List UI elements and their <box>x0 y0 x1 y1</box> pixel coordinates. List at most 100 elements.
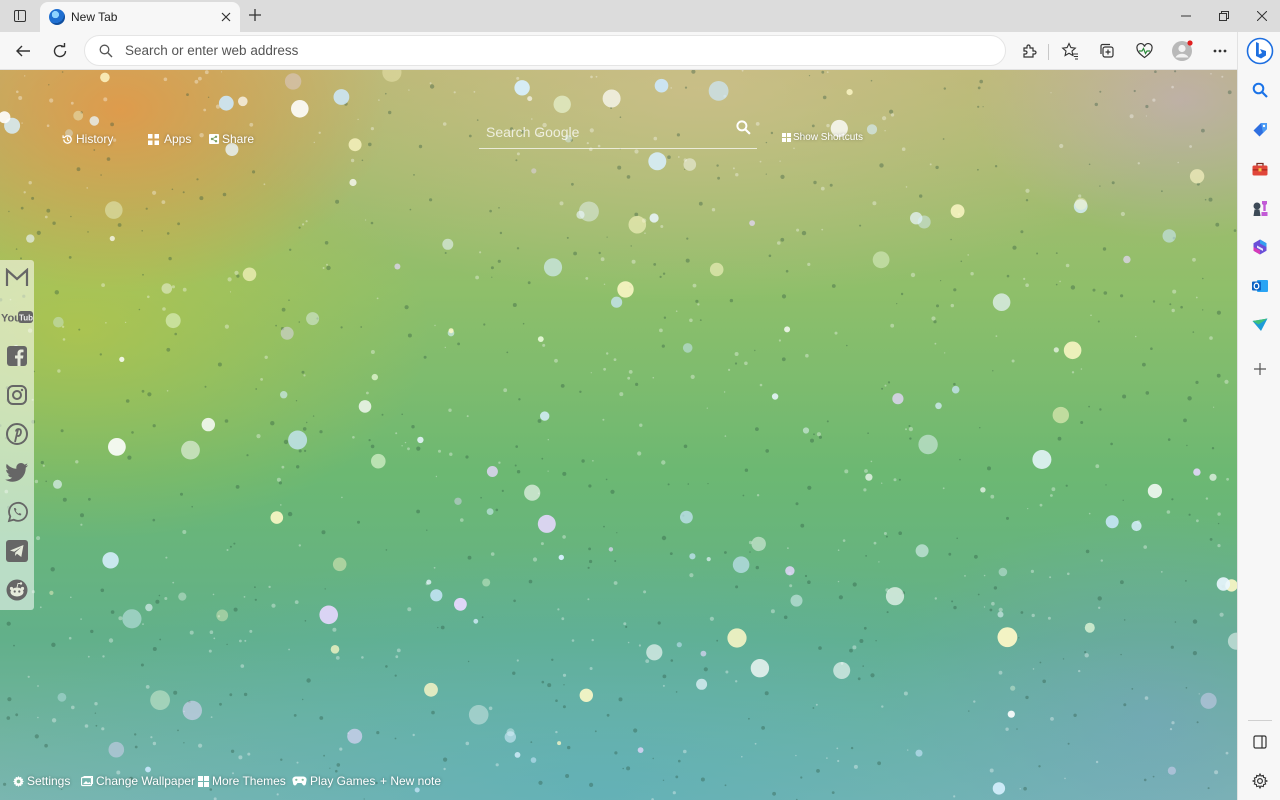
more-dots-icon <box>1213 49 1227 53</box>
heart-pulse-icon <box>1135 43 1153 59</box>
change-wallpaper-link[interactable]: Change Wallpaper <box>81 774 195 788</box>
sidebar-m365-button[interactable] <box>1245 232 1275 262</box>
share-link[interactable]: Share <box>209 132 254 146</box>
glitter-wallpaper-image <box>0 70 1237 800</box>
pinterest-icon <box>6 423 28 445</box>
refresh-button[interactable] <box>46 37 74 65</box>
instagram-icon <box>7 385 27 405</box>
close-icon <box>1257 11 1267 21</box>
google-search-input[interactable] <box>486 124 726 140</box>
sidebar-hide-button[interactable] <box>1245 727 1275 757</box>
edge-favicon-icon <box>49 9 65 25</box>
new-note-link[interactable]: + New note <box>380 774 441 788</box>
reddit-icon <box>6 579 28 601</box>
settings-more-button[interactable] <box>1206 37 1234 65</box>
close-window-button[interactable] <box>1243 0 1280 32</box>
instagram-link[interactable] <box>0 378 34 412</box>
reddit-link[interactable] <box>0 573 34 607</box>
grid-icon <box>782 133 791 142</box>
plus-icon <box>249 9 261 21</box>
new-tab-page: History Apps Share Show Shortcuts YouTub… <box>0 70 1237 800</box>
twitter-link[interactable] <box>0 456 34 490</box>
apps-grid-icon <box>148 133 159 145</box>
avatar <box>1172 40 1193 61</box>
gmail-icon <box>5 268 29 286</box>
bottom-links: Settings Change Wallpaper More Themes Pl… <box>0 774 600 794</box>
whatsapp-icon <box>7 501 28 523</box>
plus-icon <box>1254 363 1266 375</box>
toolbar-separator <box>1048 44 1049 60</box>
minimize-icon <box>1181 15 1191 17</box>
whatsapp-link[interactable] <box>0 495 34 529</box>
play-games-link[interactable]: Play Games <box>292 774 375 788</box>
favorites-button[interactable] <box>1056 37 1084 65</box>
panel-icon <box>1253 735 1267 749</box>
restore-button[interactable] <box>1205 0 1243 32</box>
pinterest-link[interactable] <box>0 417 34 451</box>
minimize-button[interactable] <box>1167 0 1205 32</box>
refresh-icon <box>53 43 67 58</box>
back-arrow-icon <box>16 45 30 57</box>
image-icon <box>81 775 93 786</box>
sidebar-drop-button[interactable] <box>1245 310 1275 340</box>
new-tab-button[interactable] <box>244 4 266 26</box>
apps-label: Apps <box>164 132 192 146</box>
chess-piece-icon <box>1253 201 1268 216</box>
grid-icon <box>198 775 209 787</box>
profile-button[interactable] <box>1168 37 1196 65</box>
send-plane-icon <box>1252 318 1268 331</box>
youtube-link[interactable]: YouTube <box>0 300 34 334</box>
telegram-link[interactable] <box>0 534 34 568</box>
sidebar-separator <box>1248 720 1272 721</box>
new-note-label: + New note <box>380 774 442 788</box>
extensions-button[interactable] <box>1015 37 1043 65</box>
gamepad-icon <box>292 776 307 786</box>
browser-toolbar <box>0 32 1280 70</box>
star-list-icon <box>1061 42 1078 60</box>
tab-actions-menu-button[interactable] <box>6 4 34 28</box>
social-links-bar: YouTube <box>0 260 34 610</box>
copilot-button[interactable] <box>1244 35 1276 67</box>
gmail-link[interactable] <box>0 261 34 295</box>
apps-link[interactable]: Apps <box>148 132 191 146</box>
google-search-box[interactable] <box>479 116 757 149</box>
sidebar-add-button[interactable] <box>1245 354 1275 384</box>
settings-link[interactable]: Settings <box>13 774 70 788</box>
tab-title: New Tab <box>71 10 118 24</box>
microsoft-365-icon <box>1253 239 1267 255</box>
history-icon <box>62 134 72 144</box>
sidebar-shopping-button[interactable] <box>1245 115 1275 145</box>
show-shortcuts-button[interactable]: Show Shortcuts <box>782 132 863 143</box>
history-link[interactable]: History <box>62 132 113 146</box>
outlook-icon <box>1252 280 1268 292</box>
tab-close-button[interactable] <box>218 9 234 25</box>
browser-tab-active[interactable]: New Tab <box>40 2 240 32</box>
sidebar-tools-button[interactable] <box>1245 154 1275 184</box>
more-themes-link[interactable]: More Themes <box>198 774 286 788</box>
sidebar-games-button[interactable] <box>1245 193 1275 223</box>
search-icon <box>99 44 113 57</box>
collections-button[interactable] <box>1093 37 1121 65</box>
sidebar-settings-button[interactable] <box>1245 766 1275 796</box>
browser-essentials-button[interactable] <box>1130 37 1158 65</box>
show-shortcuts-label: Show Shortcuts <box>793 132 864 143</box>
share-label: Share <box>222 132 255 146</box>
twitter-icon <box>5 463 28 482</box>
gear-icon <box>1252 773 1268 789</box>
sidebar-search-button[interactable] <box>1245 75 1275 105</box>
svg-text:You: You <box>1 313 21 325</box>
play-games-label: Play Games <box>310 774 376 788</box>
settings-label: Settings <box>27 774 71 788</box>
facebook-link[interactable] <box>0 339 34 373</box>
back-button[interactable] <box>9 37 37 65</box>
svg-text:Tube: Tube <box>19 314 33 323</box>
address-input[interactable] <box>125 43 985 58</box>
sidebar-outlook-button[interactable] <box>1245 271 1275 301</box>
youtube-icon: YouTube <box>1 311 33 325</box>
search-icon <box>1252 82 1268 98</box>
collections-icon <box>1100 43 1114 58</box>
search-icon[interactable] <box>736 120 751 135</box>
close-icon <box>221 12 231 22</box>
restore-icon <box>1219 11 1229 21</box>
address-bar[interactable] <box>84 35 1006 66</box>
